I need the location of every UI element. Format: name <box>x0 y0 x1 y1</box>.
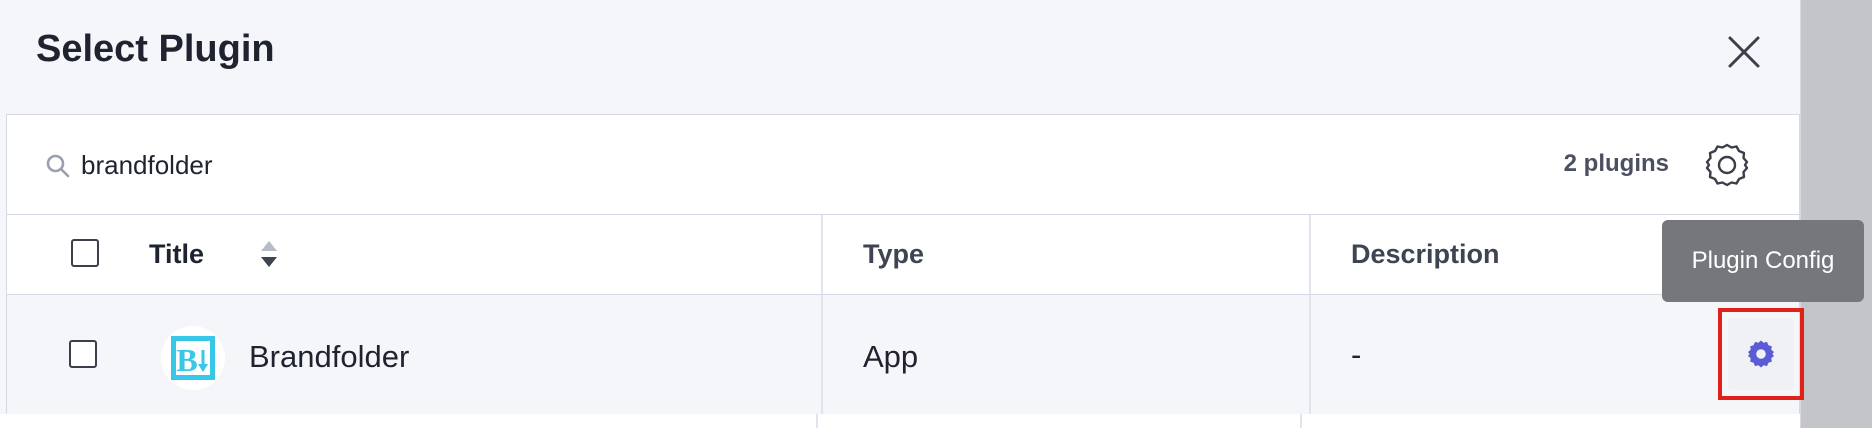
sort-icon[interactable] <box>259 239 279 269</box>
plugin-type: App <box>863 339 919 374</box>
plugin-panel: 2 plugins Title Type Description <box>6 114 1800 428</box>
column-type: Type <box>863 239 925 269</box>
column-divider <box>1309 295 1311 428</box>
gear-icon <box>1705 143 1749 187</box>
column-divider <box>821 215 823 294</box>
plugin-description: - <box>1351 337 1362 372</box>
close-button[interactable] <box>1726 34 1762 70</box>
search-bar: 2 plugins <box>7 115 1799 215</box>
plugin-config-tooltip: Plugin Config <box>1662 220 1864 302</box>
highlight-frame <box>1718 308 1804 400</box>
column-divider <box>821 295 823 428</box>
search-icon <box>46 154 70 178</box>
select-plugin-dialog: Select Plugin 2 plugins Title <box>0 0 1801 428</box>
plugin-title: Brandfolder <box>249 339 410 374</box>
column-divider <box>1309 215 1311 294</box>
settings-button[interactable] <box>1703 141 1751 189</box>
column-title: Title <box>149 239 205 269</box>
svg-text:B: B <box>176 342 197 378</box>
search-input[interactable] <box>81 145 981 185</box>
table-row[interactable]: B Brandfolder App - <box>7 295 1799 428</box>
column-description: Description <box>1351 239 1500 269</box>
row-checkbox[interactable] <box>69 340 97 368</box>
table-header: Title Type Description <box>7 215 1799 295</box>
plugin-config-button[interactable] <box>1728 318 1794 390</box>
next-row-edge <box>0 414 1800 428</box>
select-all-checkbox[interactable] <box>71 239 99 267</box>
plugin-count: 2 plugins <box>1563 150 1669 177</box>
brandfolder-logo: B <box>161 326 225 390</box>
dialog-title: Select Plugin <box>36 28 275 70</box>
gear-icon <box>1748 340 1774 368</box>
tooltip-text: Plugin Config <box>1691 247 1835 274</box>
close-icon <box>1728 36 1760 68</box>
